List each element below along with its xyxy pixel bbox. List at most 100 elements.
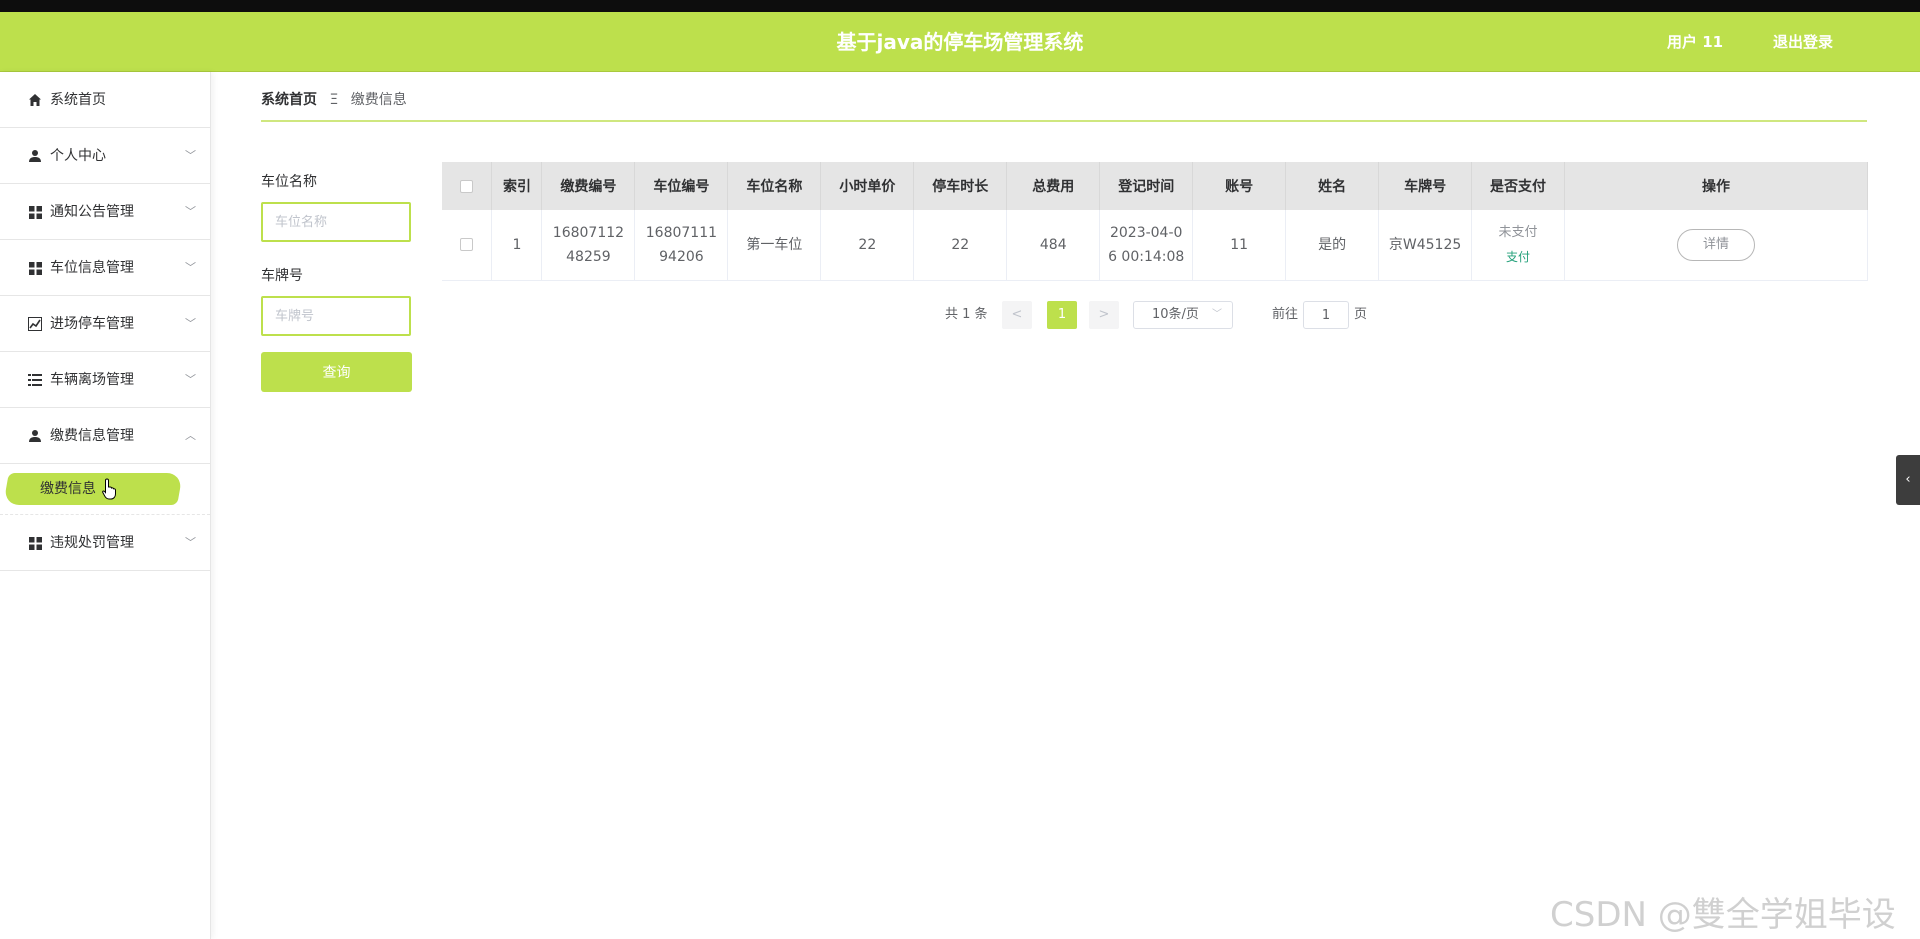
top-strip	[0, 0, 1920, 12]
column-header: 是否支付	[1471, 162, 1566, 210]
select-all-cell	[442, 162, 493, 210]
sidebar-subitem-label: 缴费信息	[40, 481, 96, 497]
cell-name: 是的	[1285, 210, 1380, 281]
cell-space-no: 1680711194206	[634, 210, 729, 281]
user-icon	[27, 408, 43, 464]
current-user[interactable]: 用户 11	[1667, 12, 1723, 72]
cell-duration: 22	[913, 210, 1008, 281]
cell-reg-time-text: 2023-04-06 00:14:08	[1108, 224, 1185, 265]
chevron-down-icon: ﹀	[185, 373, 196, 386]
sidebar-item-violation-management[interactable]: 违规处罚管理 ﹀	[0, 515, 210, 571]
sidebar-item-vehicle-exit[interactable]: 车辆离场管理 ﹀	[0, 352, 210, 408]
chevron-down-icon: ﹀	[185, 149, 196, 162]
column-header: 姓名	[1285, 162, 1380, 210]
pagination: 共 1 条 < 1 > 10条/页 ﹀ 前往 页	[212, 301, 1920, 329]
cell-account: 11	[1192, 210, 1287, 281]
cell-hour-price: 22	[820, 210, 915, 281]
plate-label: 车牌号	[261, 268, 303, 284]
collapse-panel-button[interactable]: ‹	[1896, 455, 1920, 505]
space-name-input[interactable]	[261, 202, 411, 242]
home-icon	[27, 72, 43, 128]
sidebar-item-label: 进场停车管理	[50, 316, 134, 332]
cell-total: 484	[1006, 210, 1101, 281]
chevron-down-icon: ﹀	[185, 205, 196, 218]
row-select-cell	[442, 210, 493, 281]
breadcrumb-home[interactable]: 系统首页	[261, 92, 317, 108]
sidebar-item-notice-management[interactable]: 通知公告管理 ﹀	[0, 184, 210, 240]
breadcrumb-current: 缴费信息	[350, 92, 407, 108]
column-header: 车位名称	[727, 162, 822, 210]
chevron-up-icon: ︿	[185, 429, 196, 442]
prev-page-button[interactable]: <	[1002, 301, 1032, 329]
cell-space-name: 第一车位	[727, 210, 822, 281]
query-button[interactable]: 查询	[261, 352, 412, 392]
cell-paid-status: 未支付 支付	[1471, 210, 1566, 281]
column-header: 账号	[1192, 162, 1287, 210]
sidebar: 系统首页 个人中心 ﹀ 通知公告管理 ﹀ 车位信息管理 ﹀ 进场停车管理 ﹀ 车…	[0, 72, 211, 939]
paid-status-text: 未支付	[1498, 224, 1538, 240]
main-content: 系统首页 Ξ 缴费信息 车位名称 车牌号 查询 索引 缴费编号 车位编号 车位名…	[212, 72, 1920, 939]
sidebar-item-label: 通知公告管理	[50, 204, 134, 220]
breadcrumb: 系统首页 Ξ 缴费信息	[261, 90, 407, 110]
next-page-button[interactable]: >	[1089, 301, 1119, 329]
grid-icon	[27, 240, 43, 296]
column-header: 总费用	[1006, 162, 1101, 210]
sidebar-item-label: 违规处罚管理	[50, 535, 134, 551]
cell-index: 1	[491, 210, 543, 281]
goto-page-input[interactable]	[1303, 301, 1349, 329]
column-header: 车牌号	[1378, 162, 1473, 210]
chevron-down-icon: ﹀	[1212, 309, 1222, 320]
grid-icon	[27, 515, 43, 571]
logout-button[interactable]: 退出登录	[1773, 12, 1833, 72]
detail-button[interactable]: 详情	[1677, 228, 1756, 261]
sidebar-item-label: 缴费信息管理	[50, 428, 134, 444]
sidebar-item-space-management[interactable]: 车位信息管理 ﹀	[0, 240, 210, 296]
column-header: 缴费编号	[541, 162, 636, 210]
column-header: 小时单价	[820, 162, 915, 210]
payment-table: 索引 缴费编号 车位编号 车位名称 小时单价 停车时长 总费用 登记时间 账号 …	[442, 162, 1868, 281]
table-header-row: 索引 缴费编号 车位编号 车位名称 小时单价 停车时长 总费用 登记时间 账号 …	[442, 162, 1868, 210]
hand-cursor-icon	[102, 478, 118, 504]
goto-unit-label: 页	[1354, 307, 1368, 322]
sidebar-item-label: 车辆离场管理	[50, 372, 134, 388]
column-header: 车位编号	[634, 162, 729, 210]
search-panel: 车位名称 车牌号 查询	[261, 172, 413, 392]
cell-space-no-text: 1680711194206	[645, 224, 718, 265]
sidebar-item-entry-parking[interactable]: 进场停车管理 ﹀	[0, 296, 210, 352]
app-title: 基于java的停车场管理系统	[836, 30, 1084, 54]
column-header: 操作	[1564, 162, 1868, 210]
chevron-down-icon: ﹀	[185, 317, 196, 330]
chevron-down-icon: ﹀	[185, 536, 196, 549]
cell-reg-time: 2023-04-06 00:14:08	[1099, 210, 1194, 281]
sidebar-item-personal-center[interactable]: 个人中心 ﹀	[0, 128, 210, 184]
list-icon	[27, 352, 43, 408]
page-number-button[interactable]: 1	[1047, 301, 1077, 329]
cell-actions: 详情	[1564, 210, 1868, 281]
sidebar-subitem-payment-info[interactable]: 缴费信息	[0, 464, 210, 515]
chevron-down-icon: ﹀	[185, 261, 196, 274]
pagination-total: 共 1 条	[945, 307, 988, 322]
page-size-value: 10条/页	[1152, 307, 1199, 322]
cell-pay-no: 1680711248259	[541, 210, 636, 281]
chart-icon	[27, 296, 43, 352]
user-icon	[27, 128, 43, 184]
select-all-checkbox[interactable]	[460, 179, 474, 193]
breadcrumb-separator: Ξ	[329, 92, 339, 108]
cell-plate: 京W45125	[1378, 210, 1473, 281]
chevron-left-icon: ‹	[1905, 472, 1911, 487]
grid-icon	[27, 184, 43, 240]
sidebar-item-payment-management[interactable]: 缴费信息管理 ︿	[0, 408, 210, 464]
cell-pay-no-text: 1680711248259	[552, 224, 625, 265]
goto-label: 前往	[1272, 307, 1299, 322]
row-checkbox[interactable]	[460, 238, 474, 252]
column-header: 登记时间	[1099, 162, 1194, 210]
breadcrumb-divider	[261, 120, 1867, 122]
sidebar-item-home[interactable]: 系统首页	[0, 72, 210, 128]
sidebar-item-label: 个人中心	[50, 148, 106, 164]
sidebar-item-label: 车位信息管理	[50, 260, 134, 276]
page-size-select[interactable]: 10条/页 ﹀	[1133, 301, 1233, 329]
column-header: 索引	[491, 162, 543, 210]
column-header: 停车时长	[913, 162, 1008, 210]
pay-link[interactable]: 支付	[1472, 245, 1564, 269]
space-name-label: 车位名称	[261, 174, 317, 190]
